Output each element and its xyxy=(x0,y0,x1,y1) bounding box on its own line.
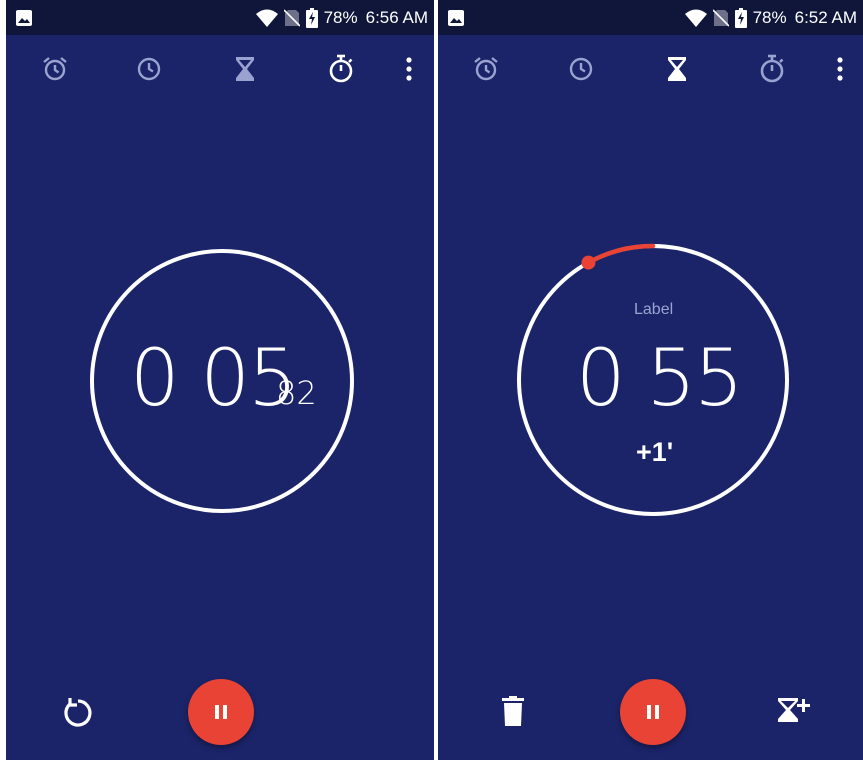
stopwatch-icon xyxy=(329,54,353,83)
reset-icon xyxy=(64,698,92,727)
alarm-clock-icon xyxy=(474,57,498,81)
delete-button[interactable] xyxy=(498,694,528,728)
pause-icon xyxy=(647,705,659,719)
wifi-icon xyxy=(255,9,278,27)
image-notification-icon xyxy=(16,10,32,26)
battery-charging-icon xyxy=(734,7,747,28)
alarm-clock-icon xyxy=(43,57,67,81)
no-sim-icon xyxy=(712,8,729,27)
stopwatch-hundredths: 82 xyxy=(276,374,317,412)
delete-icon xyxy=(502,696,524,726)
overflow-menu-button[interactable] xyxy=(389,49,429,89)
clock-icon xyxy=(137,57,161,81)
stopwatch-icon xyxy=(760,54,784,83)
stopwatch-time: 0 05 xyxy=(130,334,298,424)
clock-icon xyxy=(569,57,593,81)
tab-timer[interactable] xyxy=(225,49,265,89)
pause-button[interactable] xyxy=(620,679,686,745)
add-timer-button[interactable] xyxy=(774,694,814,728)
wifi-icon xyxy=(684,9,707,27)
battery-percent: 78% xyxy=(752,7,787,27)
tab-stopwatch[interactable] xyxy=(752,49,792,89)
tab-bar xyxy=(6,35,434,105)
battery-charging-icon xyxy=(305,7,318,28)
status-bar: 78% 6:56 AM xyxy=(6,0,434,35)
status-time: 6:56 AM xyxy=(365,7,428,27)
overflow-menu-button[interactable] xyxy=(820,49,860,89)
tab-clock[interactable] xyxy=(561,49,601,89)
tab-timer[interactable] xyxy=(657,49,697,89)
tab-stopwatch[interactable] xyxy=(321,49,361,89)
stopwatch-screen: 78% 6:56 AM 0 05 82 xyxy=(6,0,434,760)
no-sim-icon xyxy=(283,8,300,27)
hourglass-icon xyxy=(236,57,254,81)
tab-bar xyxy=(438,35,863,105)
pause-button[interactable] xyxy=(188,679,254,745)
status-bar: 78% 6:52 AM xyxy=(438,0,863,35)
hourglass-icon xyxy=(668,57,686,81)
timer-screen: 78% 6:52 AM Label 0 55 +1' xyxy=(438,0,863,760)
more-vert-icon xyxy=(837,57,843,81)
timer-elapsed-arc xyxy=(586,243,656,265)
timer-time: 0 55 xyxy=(576,334,744,424)
pause-icon xyxy=(215,705,227,719)
status-time: 6:52 AM xyxy=(794,7,857,27)
add-timer-icon xyxy=(778,698,810,722)
tab-alarm[interactable] xyxy=(466,49,506,89)
reset-button[interactable] xyxy=(58,693,98,733)
timer-progress-dot xyxy=(581,255,596,270)
more-vert-icon xyxy=(406,57,412,81)
tab-clock[interactable] xyxy=(129,49,169,89)
image-notification-icon xyxy=(448,10,464,26)
battery-percent: 78% xyxy=(323,7,358,27)
tab-alarm[interactable] xyxy=(35,49,75,89)
add-one-minute-button[interactable]: +1' xyxy=(636,437,673,468)
timer-label[interactable]: Label xyxy=(634,301,673,319)
